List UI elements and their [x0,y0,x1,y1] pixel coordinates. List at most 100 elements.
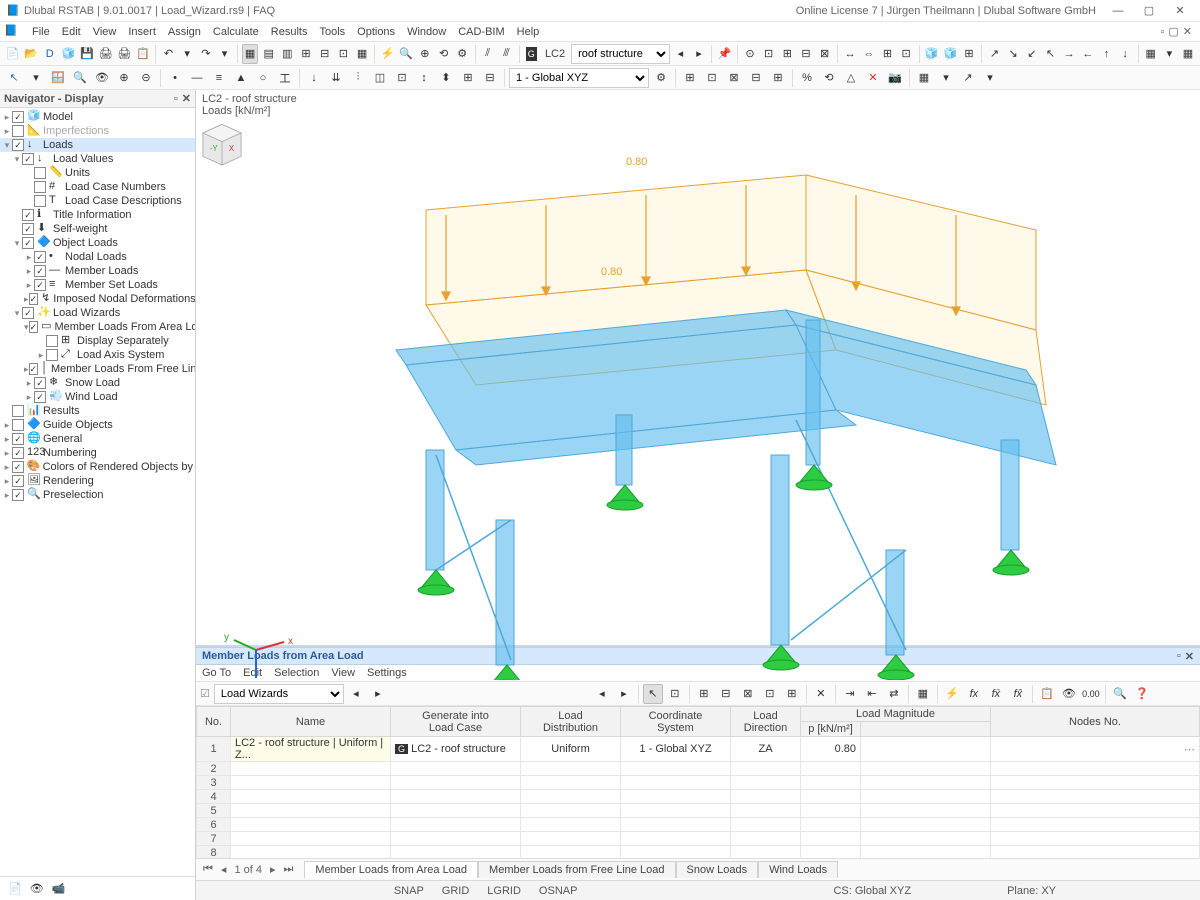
menu-view[interactable]: View [87,24,123,40]
tree-checkbox[interactable] [22,209,34,221]
col-mag[interactable]: Load Magnitude [801,707,991,722]
tt15-icon[interactable]: ⚡ [942,684,962,704]
col-p[interactable]: p [kN/m²] [801,722,861,737]
c3-icon[interactable]: ⊞ [961,44,978,64]
l3-icon[interactable]: ⫶ [348,68,368,88]
panel-pin-icon[interactable]: ▫ [174,93,178,105]
tree-item[interactable]: 📊Results [0,404,195,418]
tab-prev-icon[interactable]: ◂ [218,863,230,876]
table-row[interactable]: 1LC2 - roof structure | Uniform | Z...G … [197,737,1200,762]
open-icon[interactable]: 📂 [23,44,40,64]
3d-viewport[interactable]: 0.80 0.80 [196,120,1200,647]
tt2-icon[interactable]: ▸ [614,684,634,704]
status-grid[interactable]: GRID [442,885,470,897]
lc-next-icon[interactable]: ▸ [691,44,708,64]
tree-checkbox[interactable] [12,139,24,151]
table-row[interactable]: 4 [197,790,1200,804]
ax3-icon[interactable]: ↙ [1023,44,1040,64]
tree-item[interactable]: ▾↓Loads [0,138,195,152]
tree-checkbox[interactable] [34,181,46,193]
tree-item[interactable]: ▸🎨Colors of Rendered Objects by [0,460,195,474]
tt1-icon[interactable]: ◂ [592,684,612,704]
menu-options[interactable]: Options [351,24,401,40]
tree-checkbox[interactable] [22,153,34,165]
t2d-icon[interactable]: ⊕ [114,68,134,88]
tree-checkbox[interactable] [12,447,24,459]
tree-item[interactable]: ⬇Self-weight [0,222,195,236]
tree-checkbox[interactable] [34,167,46,179]
col-sys[interactable]: CoordinateSystem [621,707,731,737]
ax7-icon[interactable]: ↑ [1098,44,1115,64]
t2b-icon[interactable]: 🔍 [70,68,90,88]
ax8-icon[interactable]: ↓ [1117,44,1134,64]
navigator-tree[interactable]: ▸🧊Model▸📐Imperfections▾↓Loads▾↓Load Valu… [0,108,195,876]
pin-icon[interactable]: 📌 [716,44,733,64]
view-4-icon[interactable]: ⊞ [298,44,315,64]
tree-checkbox[interactable] [12,489,24,501]
print-preview-icon[interactable]: 🖨 [116,44,133,64]
calc4-icon[interactable]: ⟲ [435,44,452,64]
g3-icon[interactable]: ⊠ [724,68,744,88]
tt16-icon[interactable]: fx [964,684,984,704]
t2c-icon[interactable]: 👁 [92,68,112,88]
tree-item[interactable]: ▸↯Imposed Nodal Deformations [0,292,195,306]
menu-window[interactable]: Window [401,24,452,40]
l4-icon[interactable]: ◫ [370,68,390,88]
table-row[interactable]: 2 [197,762,1200,776]
tree-checkbox[interactable] [46,349,58,361]
tt8-icon[interactable]: ⊡ [760,684,780,704]
data-grid[interactable]: No. Name Generate intoLoad Case LoadDist… [196,706,1200,858]
close-button[interactable]: ✕ [1166,2,1194,20]
table-row[interactable]: 6 [197,818,1200,832]
new-icon[interactable]: 📄 [4,44,21,64]
tt20-icon[interactable]: 👁 [1059,684,1079,704]
tree-item[interactable]: ▾↓Load Values [0,152,195,166]
tb-a-icon[interactable]: ⫽ [479,44,496,64]
support-icon[interactable]: ▲ [231,68,251,88]
status-snap[interactable]: SNAP [394,885,424,897]
tree-checkbox[interactable] [12,461,24,473]
col-no[interactable]: No. [197,707,231,737]
m2-icon[interactable]: ⇔ [860,44,877,64]
tree-checkbox[interactable] [12,111,24,123]
menu-cad-bim[interactable]: CAD-BIM [452,24,510,40]
save-icon[interactable]: 💾 [79,44,96,64]
table-crumb-select[interactable]: Load Wizards [214,684,344,704]
tree-item[interactable]: ⊞Display Separately [0,334,195,348]
tt11-icon[interactable]: ⇥ [840,684,860,704]
calc-icon[interactable]: ⚡ [379,44,396,64]
d5-icon[interactable]: 📷 [885,68,905,88]
tree-checkbox[interactable] [34,265,46,277]
sel-dd-icon[interactable]: ▾ [26,68,46,88]
tree-checkbox[interactable] [34,377,46,389]
view-solid-icon[interactable]: ▤ [260,44,277,64]
tt14-icon[interactable]: ▦ [913,684,933,704]
tb-b-icon[interactable]: ⫻ [498,44,515,64]
tt10-icon[interactable]: ✕ [811,684,831,704]
tt5-icon[interactable]: ⊞ [694,684,714,704]
set-icon[interactable]: ≡ [209,68,229,88]
tt7-icon[interactable]: ⊠ [738,684,758,704]
tree-item[interactable]: #Load Case Numbers [0,180,195,194]
view-wire-icon[interactable]: ▦ [242,44,259,64]
m4-icon[interactable]: ⊡ [898,44,915,64]
menu-assign[interactable]: Assign [162,24,207,40]
coord-system-select[interactable]: 1 - Global XYZ [509,68,649,88]
snap3-icon[interactable]: ⊞ [779,44,796,64]
doc-maximize-icon[interactable]: ▢ [1168,25,1178,38]
tt18-icon[interactable]: fx̂ [1008,684,1028,704]
table-prev-icon[interactable]: ◂ [346,684,366,704]
tab-last-icon[interactable]: ⏭ [281,863,297,876]
g2-icon[interactable]: ⊡ [702,68,722,88]
tree-item[interactable]: ▸•Nodal Loads [0,250,195,264]
tree-item[interactable]: 📏Units [0,166,195,180]
tt9-icon[interactable]: ⊞ [782,684,802,704]
tt22-icon[interactable]: 🔍 [1110,684,1130,704]
menu-results[interactable]: Results [265,24,314,40]
tree-checkbox[interactable] [29,321,39,333]
report-icon[interactable]: 📋 [135,44,152,64]
tt4-icon[interactable]: ⊡ [665,684,685,704]
tree-checkbox[interactable] [22,307,34,319]
tree-item[interactable]: ▸123Numbering [0,446,195,460]
tree-item[interactable]: ▸🖼Rendering [0,474,195,488]
